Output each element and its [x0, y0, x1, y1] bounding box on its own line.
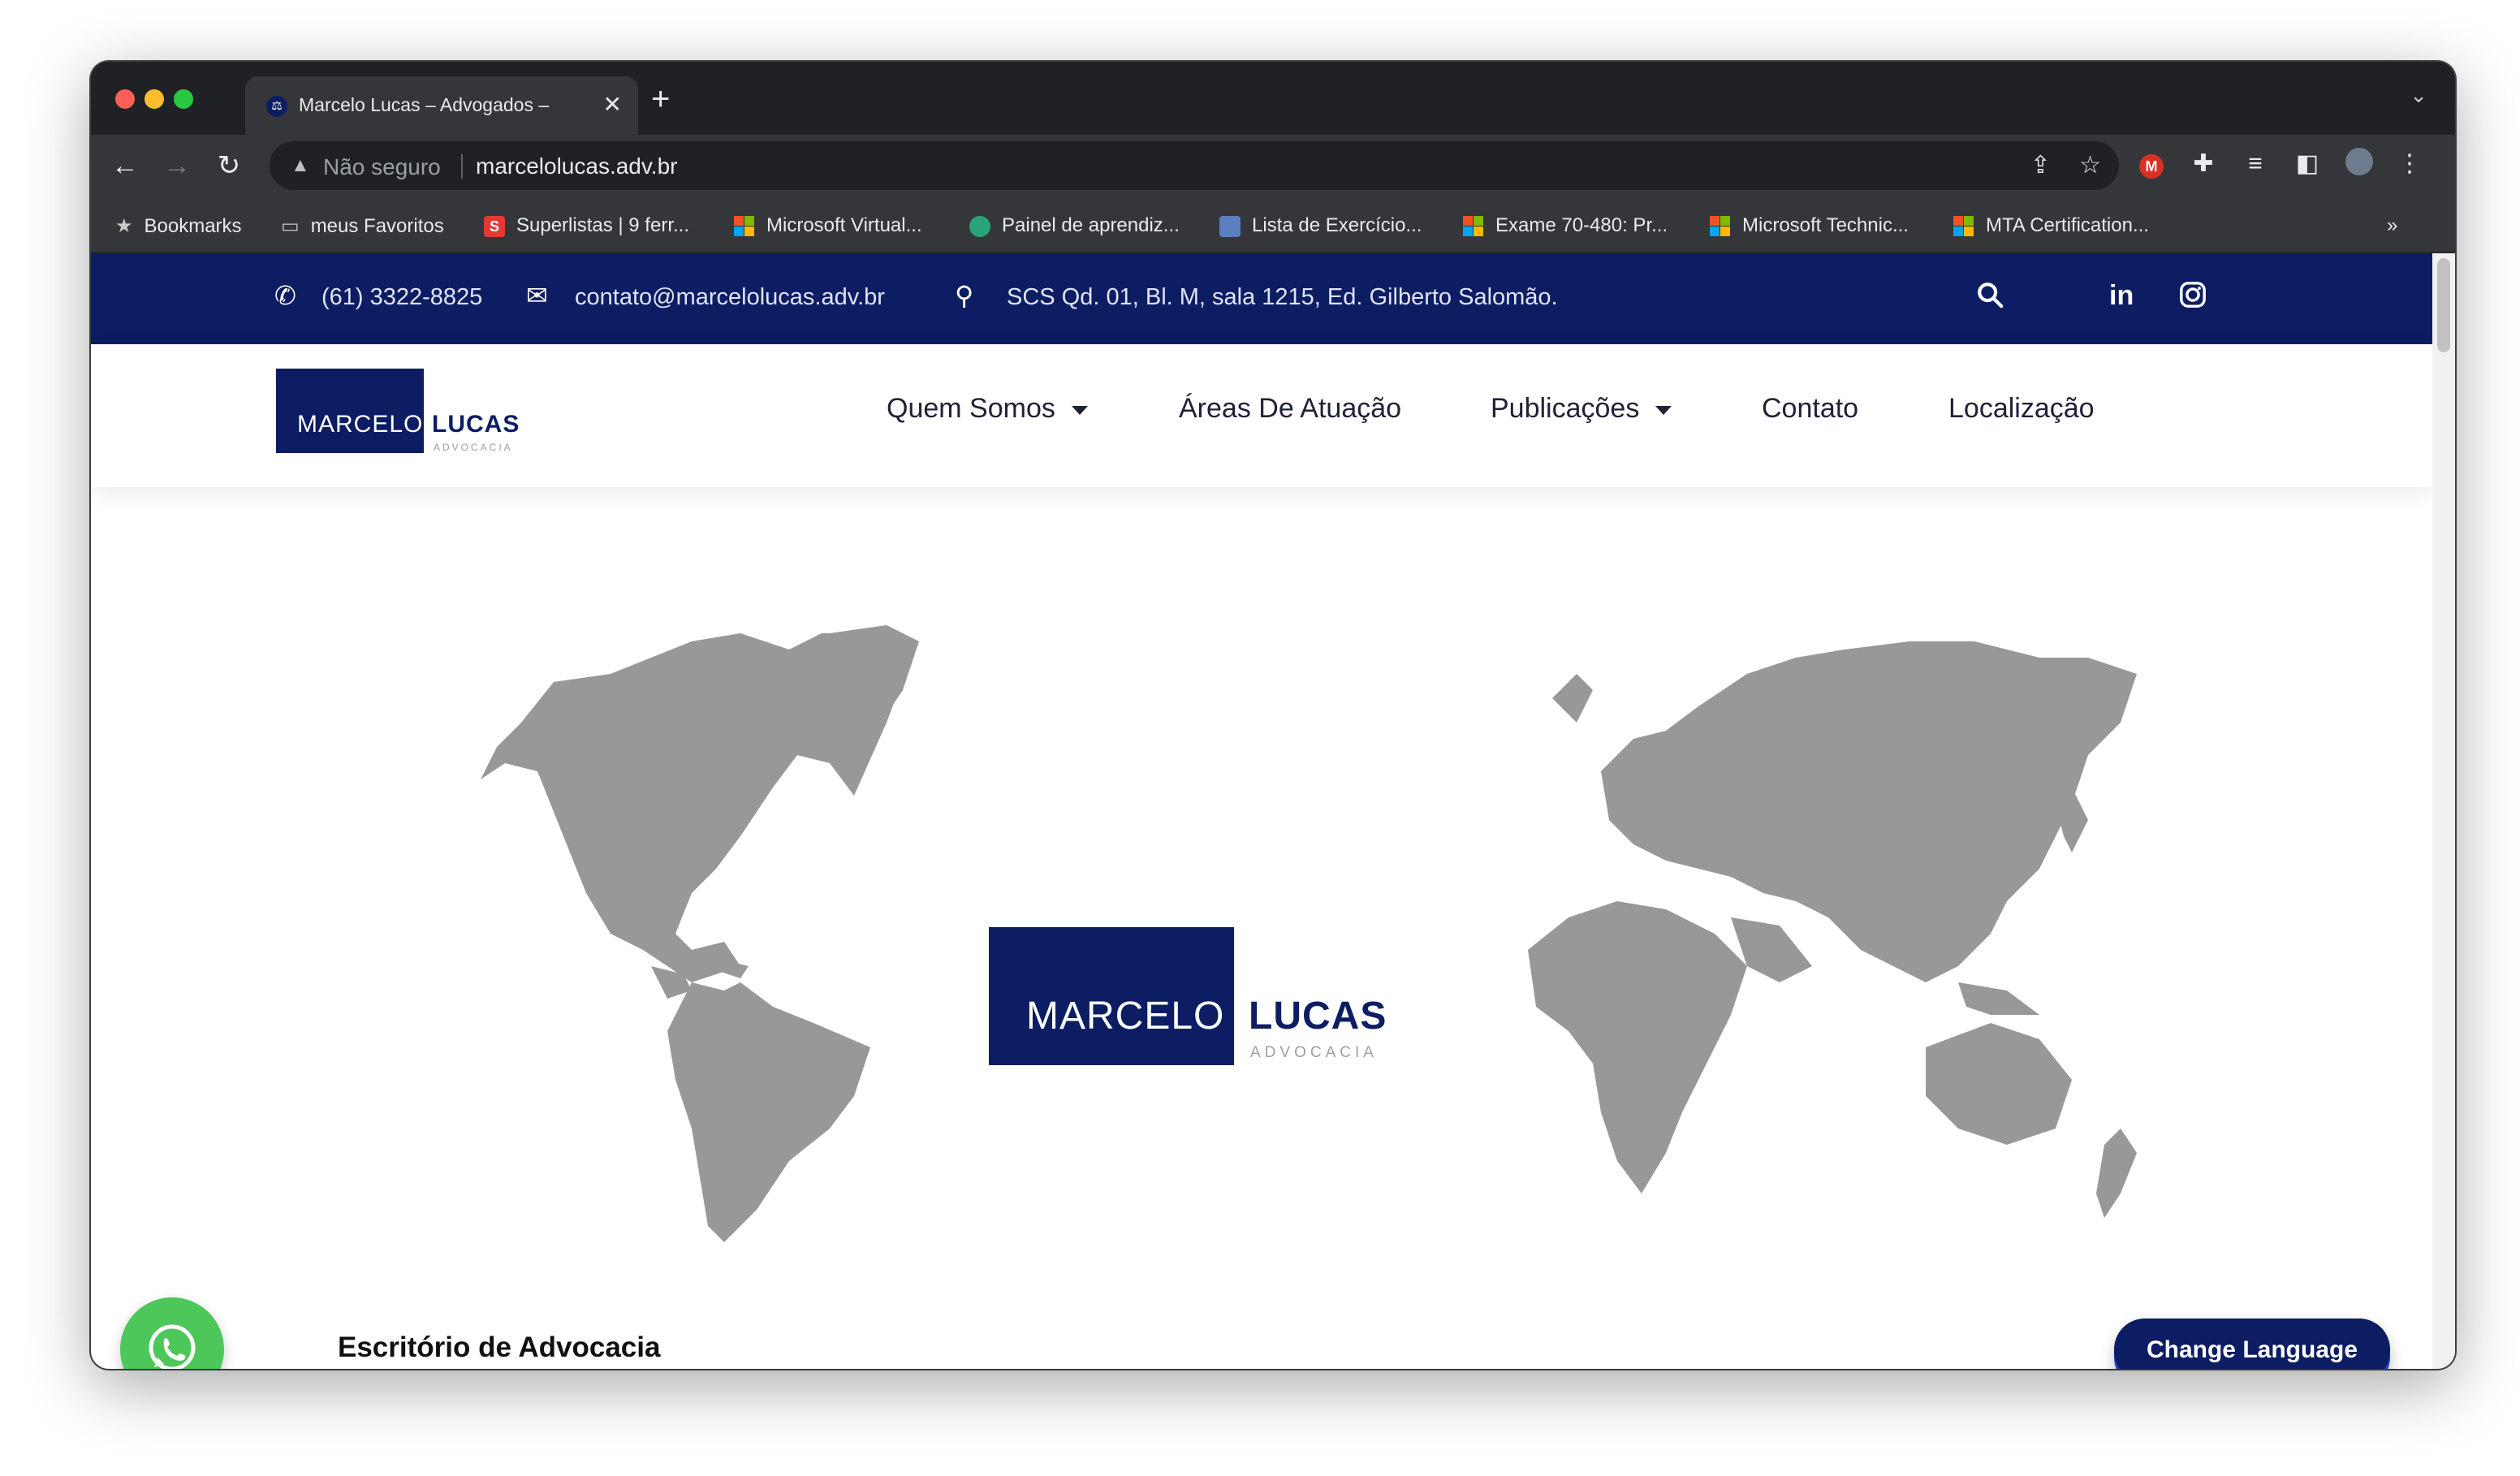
- map-pin-icon: ⚲: [955, 281, 974, 310]
- url-text[interactable]: marcelolucas.adv.br: [476, 153, 677, 179]
- folder-icon: ▭: [281, 215, 300, 237]
- site-logo[interactable]: MARCELO LUCAS ADVOCACIA: [276, 369, 520, 458]
- reload-button[interactable]: ↻: [211, 149, 247, 182]
- close-window-button[interactable]: [115, 89, 135, 109]
- site-header: MARCELO LUCAS ADVOCACIA Quem Somos Áreas…: [91, 344, 2432, 487]
- tab-search-chevron-icon[interactable]: ⌄: [2410, 83, 2427, 108]
- browser-window: ⚖ Marcelo Lucas – Advogados – ✕ + ⌄ ← → …: [91, 62, 2455, 1369]
- nav-quem-somos[interactable]: Quem Somos: [887, 393, 1088, 425]
- address-bar[interactable]: ▲ Não seguro marcelolucas.adv.br ⇪ ☆: [270, 141, 2119, 190]
- bookmark-item[interactable]: Microsoft Virtual...: [734, 214, 922, 237]
- back-button[interactable]: ←: [107, 149, 143, 182]
- nav-publicacoes[interactable]: Publicações: [1491, 393, 1672, 425]
- whatsapp-icon: [149, 1324, 196, 1369]
- divider: [461, 154, 463, 179]
- bookmark-item[interactable]: S Superlistas | 9 ferr...: [484, 214, 689, 237]
- eurasia-africa-map-image: [1528, 641, 2137, 1218]
- tab-title: Marcelo Lucas – Advogados –: [299, 94, 550, 115]
- microsoft-icon: [1710, 215, 1731, 237]
- microsoft-icon: [1463, 215, 1484, 237]
- logo-word-marcelo: MARCELO: [297, 411, 424, 438]
- hero-logo: MARCELO LUCAS ADVOCACIA: [989, 927, 1395, 1073]
- change-language-button[interactable]: Change Language: [2114, 1318, 2390, 1369]
- tab-strip: ⚖ Marcelo Lucas – Advogados – ✕ + ⌄: [91, 62, 2455, 135]
- microsoft-icon: [1953, 215, 1974, 237]
- bookmark-item[interactable]: ▭ meus Favoritos: [281, 214, 444, 238]
- browser-toolbar: ← → ↻ ▲ Não seguro marcelolucas.adv.br ⇪…: [91, 135, 2455, 196]
- hero-caption: Escritório de Advocacia: [338, 1331, 661, 1363]
- bookmark-item[interactable]: ★ Bookmarks: [115, 214, 242, 238]
- scrollbar-thumb[interactable]: [2437, 258, 2450, 352]
- search-icon[interactable]: [1976, 281, 2004, 314]
- minimize-window-button[interactable]: [145, 89, 164, 109]
- hero-section: MARCELO LUCAS ADVOCACIA Escritório de Ad…: [91, 487, 2432, 1369]
- hero-logo-word-lucas: LUCAS: [1249, 995, 1387, 1038]
- browser-menu-icon[interactable]: ⋮: [2392, 148, 2427, 180]
- hero-logo-tagline: ADVOCACIA: [1250, 1044, 1378, 1061]
- extension-m-icon[interactable]: M: [2134, 148, 2169, 180]
- bookmarks-bar: ★ Bookmarks ▭ meus Favoritos S Superlistas …: [91, 196, 2455, 253]
- superlistas-icon: S: [484, 215, 505, 237]
- page-scrollbar[interactable]: [2432, 253, 2455, 1369]
- nav-areas-de-atuacao[interactable]: Áreas De Atuação: [1179, 393, 1401, 425]
- doc-icon: [1219, 215, 1241, 237]
- americas-map-image: [481, 625, 919, 1242]
- bookmarks-overflow-button[interactable]: »: [2387, 214, 2397, 237]
- hero-logo-word-marcelo: MARCELO: [1026, 995, 1225, 1038]
- puzzle-icon[interactable]: ✚: [2186, 148, 2221, 180]
- bookmark-star-icon[interactable]: ☆: [2079, 151, 2101, 179]
- phone-number[interactable]: (61) 3322-8825: [321, 284, 482, 311]
- microsoft-icon: [734, 215, 755, 237]
- email-link[interactable]: contato@marcelolucas.adv.br: [575, 284, 885, 311]
- maximize-window-button[interactable]: [174, 89, 193, 109]
- star-icon: ★: [115, 215, 133, 237]
- close-tab-icon[interactable]: ✕: [603, 93, 622, 117]
- security-status: Não seguro: [323, 154, 441, 179]
- warning-icon: ▲: [291, 154, 310, 176]
- address-text: SCS Qd. 01, Bl. M, sala 1215, Ed. Gilber…: [1007, 284, 1558, 310]
- media-queue-icon[interactable]: ≡: [2237, 148, 2273, 180]
- page-viewport: ✆ (61) 3322-8825 ✉ contato@marcelolucas.…: [91, 253, 2455, 1369]
- side-panel-icon[interactable]: ◧: [2289, 148, 2325, 180]
- nav-contato[interactable]: Contato: [1762, 393, 1858, 425]
- nav-localizacao[interactable]: Localização: [1948, 393, 2095, 425]
- new-tab-button[interactable]: +: [651, 83, 670, 115]
- bookmark-item[interactable]: Exame 70-480: Pr...: [1463, 214, 1668, 237]
- profile-avatar[interactable]: [2341, 148, 2377, 184]
- bookmark-item[interactable]: Microsoft Technic...: [1710, 214, 1909, 237]
- caret-down-icon: [1655, 405, 1672, 415]
- linkedin-icon[interactable]: in: [2109, 281, 2134, 310]
- whatsapp-button[interactable]: [120, 1297, 224, 1369]
- bookmark-item[interactable]: Painel de aprendiz...: [969, 214, 1180, 237]
- share-icon[interactable]: ⇪: [2030, 151, 2051, 179]
- contact-bar: ✆ (61) 3322-8825 ✉ contato@marcelolucas.…: [91, 253, 2432, 344]
- phone-icon: ✆: [274, 281, 296, 310]
- forward-button[interactable]: →: [159, 149, 195, 182]
- logo-word-lucas: LUCAS: [432, 411, 520, 438]
- caret-down-icon: [1071, 405, 1088, 415]
- bookmark-item[interactable]: Lista de Exercício...: [1219, 214, 1422, 237]
- shield-icon: [969, 215, 990, 237]
- scales-icon: ⚖: [266, 96, 287, 117]
- instagram-icon[interactable]: [2179, 281, 2207, 314]
- envelope-icon: ✉: [526, 281, 548, 310]
- browser-tab[interactable]: ⚖ Marcelo Lucas – Advogados – ✕: [245, 76, 638, 135]
- logo-tagline: ADVOCACIA: [434, 442, 513, 453]
- bookmark-item[interactable]: MTA Certification...: [1953, 214, 2149, 237]
